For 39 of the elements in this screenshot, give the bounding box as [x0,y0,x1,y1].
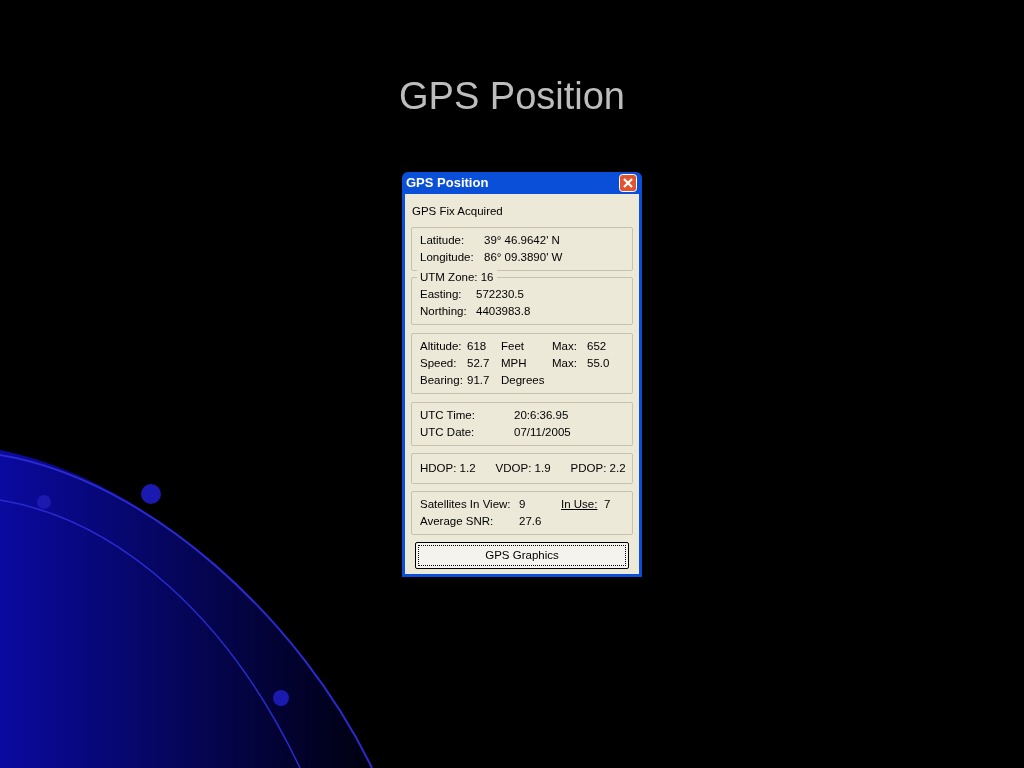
field-value: 91.7 [467,373,491,389]
field-value: 52.7 [467,356,491,372]
field-label: Altitude: [420,339,463,355]
unit-label: MPH [501,356,528,372]
field-value: 55.0 [587,356,610,372]
field-value: 572230.5 [476,287,524,303]
field-label: Speed: [420,356,458,372]
field-label: Longitude: [420,250,475,266]
field-label: Northing: [420,304,468,320]
field-label: Max: [552,339,578,355]
field-value: 9 [519,497,527,513]
field-value: 4403983.8 [476,304,531,320]
in-use-link[interactable]: In Use: [561,496,604,514]
field-value: 39° 46.9642' N [484,233,560,249]
field-label: Bearing: [420,373,464,389]
dop-value: PDOP: 2.2 [570,461,626,477]
window-title: GPS Position [406,174,489,193]
dop-value: VDOP: 1.9 [495,461,551,477]
field-value: 86° 09.3890' W [484,250,563,266]
slide-title: GPS Position [399,74,625,118]
field-value: 618 [467,339,488,355]
field-value: 20:6:36.95 [514,408,569,424]
dop-value: HDOP: 1.2 [420,461,476,477]
field-label: Easting: [420,287,463,303]
field-value: 7 [604,497,611,513]
close-icon[interactable] [619,174,637,192]
field-value: 652 [587,339,607,355]
field-label: Max: [552,356,578,372]
field-value: 07/11/2005 [514,425,571,441]
field-label: Latitude: [420,233,466,249]
status-text: GPS Fix Acquired [411,204,504,219]
unit-label: Feet [501,339,525,355]
gps-graphics-button[interactable]: GPS Graphics [415,542,629,570]
field-label: Average SNR: [420,514,495,530]
unit-label: Degrees [501,373,546,389]
field-label: UTC Date: [420,425,476,441]
field-label: UTC Time: [420,408,476,424]
field-value: 27.6 [519,514,543,530]
field-label: Satellites In View: [420,497,512,513]
